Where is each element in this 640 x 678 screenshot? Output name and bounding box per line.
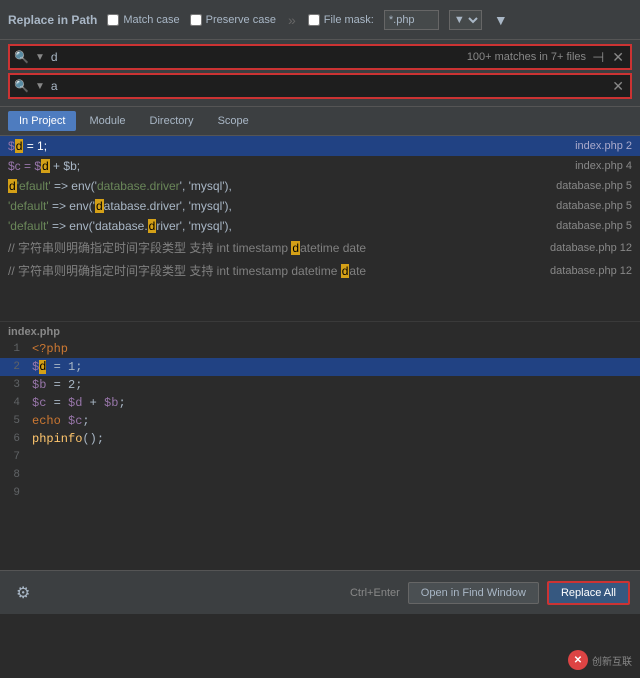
code-line: 7 bbox=[0, 448, 640, 466]
clear-search-button[interactable]: ✕ bbox=[610, 49, 626, 66]
toolbar-title: Replace in Path bbox=[8, 13, 97, 27]
replace-dropdown-icon: ▼ bbox=[33, 81, 47, 92]
result-content: d'efault' => env('database.driver', 'mys… bbox=[8, 179, 548, 193]
result-content: $d = 1; bbox=[8, 139, 567, 153]
filter-button[interactable]: ▼ bbox=[492, 10, 510, 30]
code-preview: 1 <?php 2 $d = 1; 3 $b = 2; 4 $c = $d + … bbox=[0, 340, 640, 570]
search-area: 🔍 ▼ 100+ matches in 7+ files ⊣ ✕ 🔍 ▼ ✕ bbox=[0, 40, 640, 107]
result-file: index.php 2 bbox=[575, 140, 632, 152]
search-input[interactable] bbox=[51, 50, 463, 64]
watermark: ✕ 创新互联 bbox=[568, 650, 632, 670]
code-line: 9 bbox=[0, 484, 640, 502]
code-line: 5 echo $c; bbox=[0, 412, 640, 430]
table-row[interactable]: $c = $d + $b; index.php 4 bbox=[0, 156, 640, 176]
table-row[interactable]: d'efault' => env('database.driver', 'mys… bbox=[0, 176, 640, 196]
code-line: 6 phpinfo(); bbox=[0, 430, 640, 448]
search-row: 🔍 ▼ 100+ matches in 7+ files ⊣ ✕ bbox=[8, 44, 632, 70]
tab-directory[interactable]: Directory bbox=[139, 111, 205, 131]
file-mask-checkbox[interactable] bbox=[308, 14, 320, 26]
toolbar: Replace in Path Match case Preserve case… bbox=[0, 0, 640, 40]
table-row[interactable]: 'default' => env('database.driver', 'mys… bbox=[0, 196, 640, 216]
match-count: 100+ matches in 7+ files bbox=[467, 51, 586, 63]
file-mask-label: File mask: bbox=[324, 14, 374, 26]
preserve-case-label: Preserve case bbox=[206, 14, 276, 26]
result-content: 'default' => env('database.driver', 'mys… bbox=[8, 219, 548, 233]
table-row[interactable]: 'default' => env('database.driver', 'mys… bbox=[0, 216, 640, 236]
watermark-text: 创新互联 bbox=[592, 653, 632, 668]
search-dropdown-icon: ▼ bbox=[33, 52, 47, 63]
match-case-group: Match case bbox=[107, 14, 179, 26]
table-row[interactable]: // 字符串则明确指定时间字段类型 支持 int timestamp datet… bbox=[0, 259, 640, 282]
table-row[interactable]: $d = 1; index.php 2 bbox=[0, 136, 640, 156]
bottom-bar: ⚙ Ctrl+Enter Open in Find Window Replace… bbox=[0, 570, 640, 614]
tabs-bar: In Project Module Directory Scope bbox=[0, 107, 640, 136]
results-list: $d = 1; index.php 2 $c = $d + $b; index.… bbox=[0, 136, 640, 321]
shortcut-label: Ctrl+Enter bbox=[350, 587, 400, 599]
code-line: 2 $d = 1; bbox=[0, 358, 640, 376]
replace-row: 🔍 ▼ ✕ bbox=[8, 73, 632, 99]
var-highlight: $ bbox=[8, 139, 15, 153]
result-file: database.php 5 bbox=[556, 200, 632, 212]
tab-in-project[interactable]: In Project bbox=[8, 111, 76, 131]
replace-all-button[interactable]: Replace All bbox=[547, 581, 630, 605]
result-file: database.php 12 bbox=[550, 242, 632, 254]
result-file: database.php 5 bbox=[556, 180, 632, 192]
file-mask-input[interactable] bbox=[384, 10, 439, 30]
result-file: index.php 4 bbox=[575, 160, 632, 172]
replace-input[interactable] bbox=[51, 79, 606, 93]
tab-scope[interactable]: Scope bbox=[207, 111, 260, 131]
clear-replace-button[interactable]: ✕ bbox=[610, 78, 626, 95]
result-content: // 字符串则明确指定时间字段类型 支持 int timestamp datet… bbox=[8, 239, 542, 256]
code-line: 3 $b = 2; bbox=[0, 376, 640, 394]
code-line: 4 $c = $d + $b; bbox=[0, 394, 640, 412]
toolbar-separator: » bbox=[286, 12, 298, 28]
result-content: $c = $d + $b; bbox=[8, 159, 567, 173]
match-case-checkbox[interactable] bbox=[107, 14, 119, 26]
pin-button[interactable]: ⊣ bbox=[590, 49, 606, 66]
search-icon: 🔍 bbox=[14, 50, 29, 64]
match-case-label: Match case bbox=[123, 14, 179, 26]
result-content: 'default' => env('database.driver', 'mys… bbox=[8, 199, 548, 213]
result-content: // 字符串则明确指定时间字段类型 支持 int timestamp datet… bbox=[8, 262, 542, 279]
watermark-badge: ✕ bbox=[568, 650, 588, 670]
result-file: database.php 5 bbox=[556, 220, 632, 232]
bottom-left: ⚙ bbox=[10, 581, 36, 605]
file-section-label: index.php bbox=[0, 321, 640, 340]
code-line: 8 bbox=[0, 466, 640, 484]
tab-module[interactable]: Module bbox=[78, 111, 136, 131]
table-row[interactable]: // 字符串则明确指定时间字段类型 支持 int timestamp datet… bbox=[0, 236, 640, 259]
code-line: 1 <?php bbox=[0, 340, 640, 358]
preserve-case-group: Preserve case bbox=[190, 14, 276, 26]
file-mask-group: File mask: bbox=[308, 14, 374, 26]
bottom-center: Ctrl+Enter Open in Find Window Replace A… bbox=[350, 581, 630, 605]
file-mask-dropdown[interactable]: ▼ bbox=[449, 10, 482, 30]
open-find-window-button[interactable]: Open in Find Window bbox=[408, 582, 539, 604]
result-file: database.php 12 bbox=[550, 265, 632, 277]
settings-button[interactable]: ⚙ bbox=[10, 581, 36, 605]
preserve-case-checkbox[interactable] bbox=[190, 14, 202, 26]
replace-icon: 🔍 bbox=[14, 79, 29, 93]
